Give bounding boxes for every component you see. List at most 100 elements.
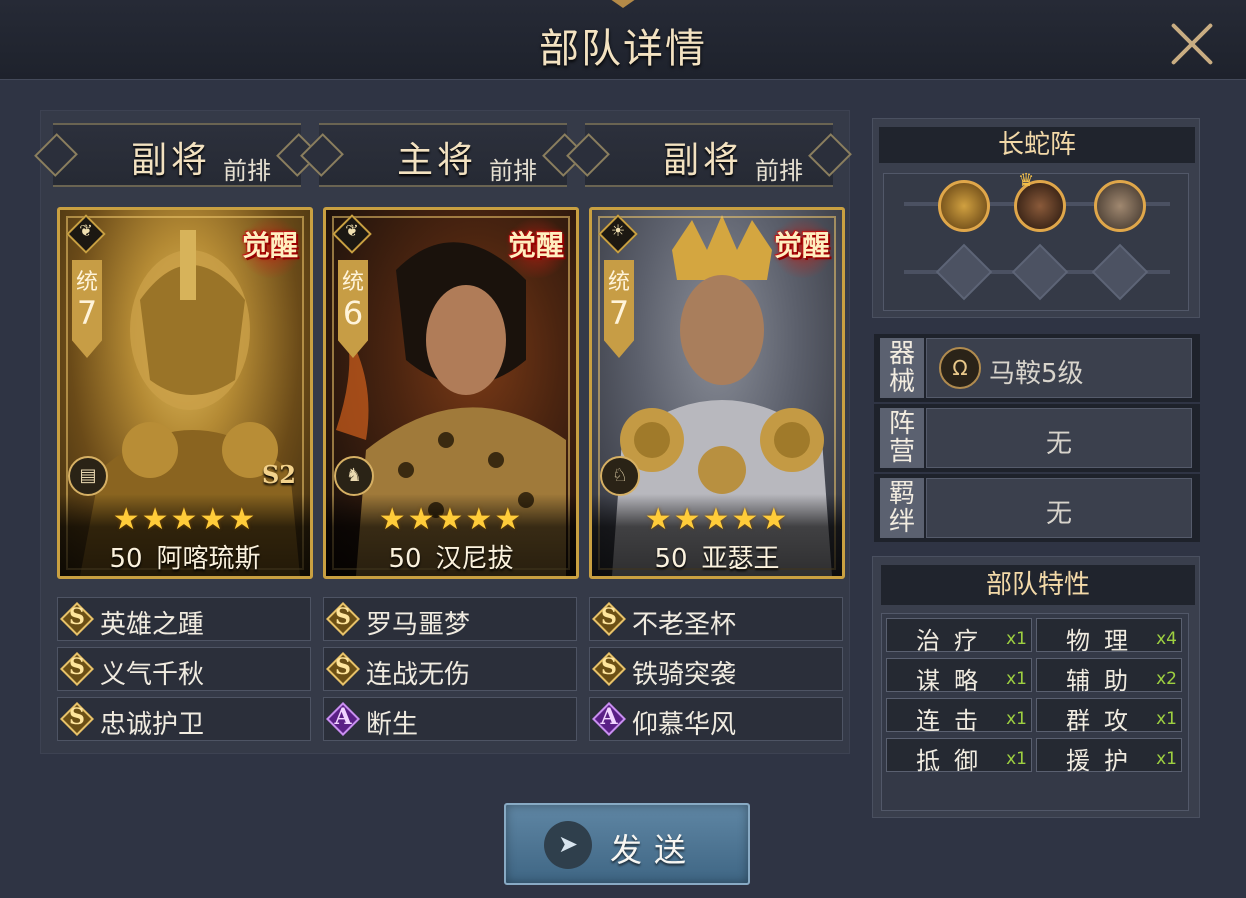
- helmet-slot-icon: [1091, 243, 1149, 301]
- saddle-icon: Ω: [939, 347, 981, 389]
- skill-grade-icon: S: [592, 602, 626, 636]
- equipment-value-box: Ω 马鞍5级: [926, 338, 1192, 398]
- skill-grade-icon: A: [592, 702, 626, 736]
- skill-grade-icon: A: [326, 702, 360, 736]
- command-badge: 统 7: [604, 260, 634, 358]
- skill-list: S 不老圣杯 S 铁骑突袭 A 仰慕华风: [589, 597, 843, 747]
- trait-name: 连击: [916, 707, 992, 735]
- star-rating: ★★★★★: [112, 502, 258, 537]
- skill-item[interactable]: S 忠诚护卫: [57, 697, 311, 741]
- trait-name: 谋略: [916, 667, 992, 695]
- command-label: 统: [75, 270, 98, 295]
- formation-box[interactable]: 长蛇阵 ♛: [872, 118, 1200, 318]
- skill-item[interactable]: A 断生: [323, 697, 577, 741]
- skill-list: S 英雄之踵 S 义气千秋 S 忠诚护卫: [57, 597, 311, 747]
- paper-plane-icon: ➤: [544, 821, 592, 869]
- skill-item[interactable]: S 铁骑突袭: [589, 647, 843, 691]
- skill-grade-icon: S: [326, 602, 360, 636]
- trait-count: x4: [1156, 629, 1177, 649]
- crown-icon: ♛: [1018, 170, 1035, 191]
- role-banner: 副将 前排: [34, 123, 320, 187]
- trait-count: x1: [1006, 629, 1027, 649]
- awaken-label: 觉醒: [241, 229, 298, 262]
- equipment-value: 马鞍5级: [989, 359, 1084, 389]
- close-icon[interactable]: [1168, 18, 1218, 68]
- skill-name: 铁骑突袭: [632, 660, 737, 690]
- hero-level: 50: [109, 544, 143, 574]
- star-rating: ★★★★★: [644, 502, 790, 537]
- top-bar: 部队详情: [0, 0, 1246, 80]
- hero-card[interactable]: ❦ 统 6 觉醒 ♞ ★★★★★ 50 汉尼拔: [323, 207, 579, 579]
- skill-name: 义气千秋: [100, 660, 205, 690]
- send-button-label: 发送: [610, 831, 699, 869]
- skill-grade-icon: S: [60, 652, 94, 686]
- role-banner: 副将 前排: [566, 123, 852, 187]
- bond-value: 无: [1045, 499, 1072, 529]
- skill-list: S 罗马噩梦 S 连战无伤 A 断生: [323, 597, 577, 747]
- role-position: 前排: [223, 157, 271, 185]
- skill-name: 仰慕华风: [632, 710, 737, 740]
- formation-avatar[interactable]: [1094, 180, 1146, 232]
- hero-name: 阿喀琉斯: [156, 544, 261, 574]
- trait-name: 辅助: [1066, 667, 1142, 695]
- trait-item: 抵御 x1: [886, 738, 1032, 775]
- header-ornament: [600, 0, 646, 8]
- formation-avatar[interactable]: [938, 180, 990, 232]
- send-button[interactable]: ➤ 发送: [504, 803, 750, 885]
- star-rating: ★★★★★: [378, 502, 524, 537]
- skill-grade-icon: S: [592, 652, 626, 686]
- trait-item: 治疗 x1: [886, 618, 1032, 655]
- command-label: 统: [607, 270, 630, 295]
- skill-item[interactable]: S 罗马噩梦: [323, 597, 577, 641]
- hero-name-line: 50 亚瑟王: [592, 538, 842, 575]
- traits-title: 部队特性: [881, 565, 1195, 605]
- skill-item[interactable]: S 连战无伤: [323, 647, 577, 691]
- skill-item[interactable]: S 不老圣杯: [589, 597, 843, 641]
- skill-grade-icon: S: [60, 702, 94, 736]
- skill-name: 不老圣杯: [632, 610, 737, 640]
- hero-level: 50: [654, 544, 688, 574]
- role-position: 前排: [755, 157, 803, 185]
- trait-item: 援护 x1: [1036, 738, 1182, 775]
- hero-card[interactable]: ❦ 统 7 觉醒 ▤ S2 ★★★★★ 50 阿喀琉斯: [57, 207, 313, 579]
- traits-grid: 治疗 x1 物理 x4 谋略 x1 辅助 x2 连击 x1 群攻 x1 抵御 x1 援护 x1: [881, 613, 1189, 811]
- role-banner: 主将 前排: [300, 123, 586, 187]
- skill-grade-icon: S: [326, 652, 360, 686]
- formation-grid: ♛: [883, 170, 1189, 311]
- hero-card[interactable]: ☀ 统 7 觉醒 ♘ ★★★★★ 50 亚瑟王: [589, 207, 845, 579]
- trait-count: x1: [1006, 709, 1027, 729]
- trait-count: x2: [1156, 669, 1177, 689]
- equipment-row[interactable]: 器械 Ω 马鞍5级: [874, 334, 1200, 402]
- hero-name-line: 50 汉尼拔: [326, 538, 576, 575]
- command-value: 7: [76, 294, 98, 332]
- sun-badge-icon: ☀: [598, 214, 638, 254]
- role-name: 副将: [663, 140, 744, 181]
- role-position: 前排: [489, 157, 537, 185]
- trait-name: 治疗: [916, 627, 992, 655]
- skill-item[interactable]: S 英雄之踵: [57, 597, 311, 641]
- troop-traits-box: 部队特性 治疗 x1 物理 x4 谋略 x1 辅助 x2 连击 x1 群攻 x1 抵御 x1 …: [872, 556, 1200, 818]
- trait-item: 物理 x4: [1036, 618, 1182, 655]
- page-title: 部队详情: [539, 26, 707, 72]
- trait-name: 物理: [1066, 627, 1142, 655]
- trait-count: x1: [1006, 669, 1027, 689]
- laurel-badge-icon: ❦: [66, 214, 106, 254]
- trait-item: 连击 x1: [886, 698, 1032, 735]
- trait-name: 群攻: [1066, 707, 1142, 735]
- skill-name: 连战无伤: [366, 660, 471, 690]
- trait-name: 抵御: [916, 747, 992, 775]
- skill-item[interactable]: A 仰慕华风: [589, 697, 843, 741]
- role-name: 主将: [397, 140, 478, 181]
- bond-value-box: 无: [926, 478, 1192, 538]
- command-value: 6: [342, 294, 364, 332]
- trait-item: 谋略 x1: [886, 658, 1032, 695]
- skill-name: 英雄之踵: [100, 610, 205, 640]
- trait-item: 群攻 x1: [1036, 698, 1182, 735]
- awaken-label: 觉醒: [773, 229, 830, 262]
- helmet-slot-icon: [1011, 243, 1069, 301]
- camp-value: 无: [1045, 429, 1072, 459]
- trait-count: x1: [1156, 749, 1177, 769]
- hero-lineup-panel: 副将 前排 ❦ 统 7 觉醒 ▤ S2 ★★★★★ 50 阿喀琉斯 S 英雄之踵…: [34, 110, 852, 754]
- skill-item[interactable]: S 义气千秋: [57, 647, 311, 691]
- season-tag: S2: [261, 460, 296, 489]
